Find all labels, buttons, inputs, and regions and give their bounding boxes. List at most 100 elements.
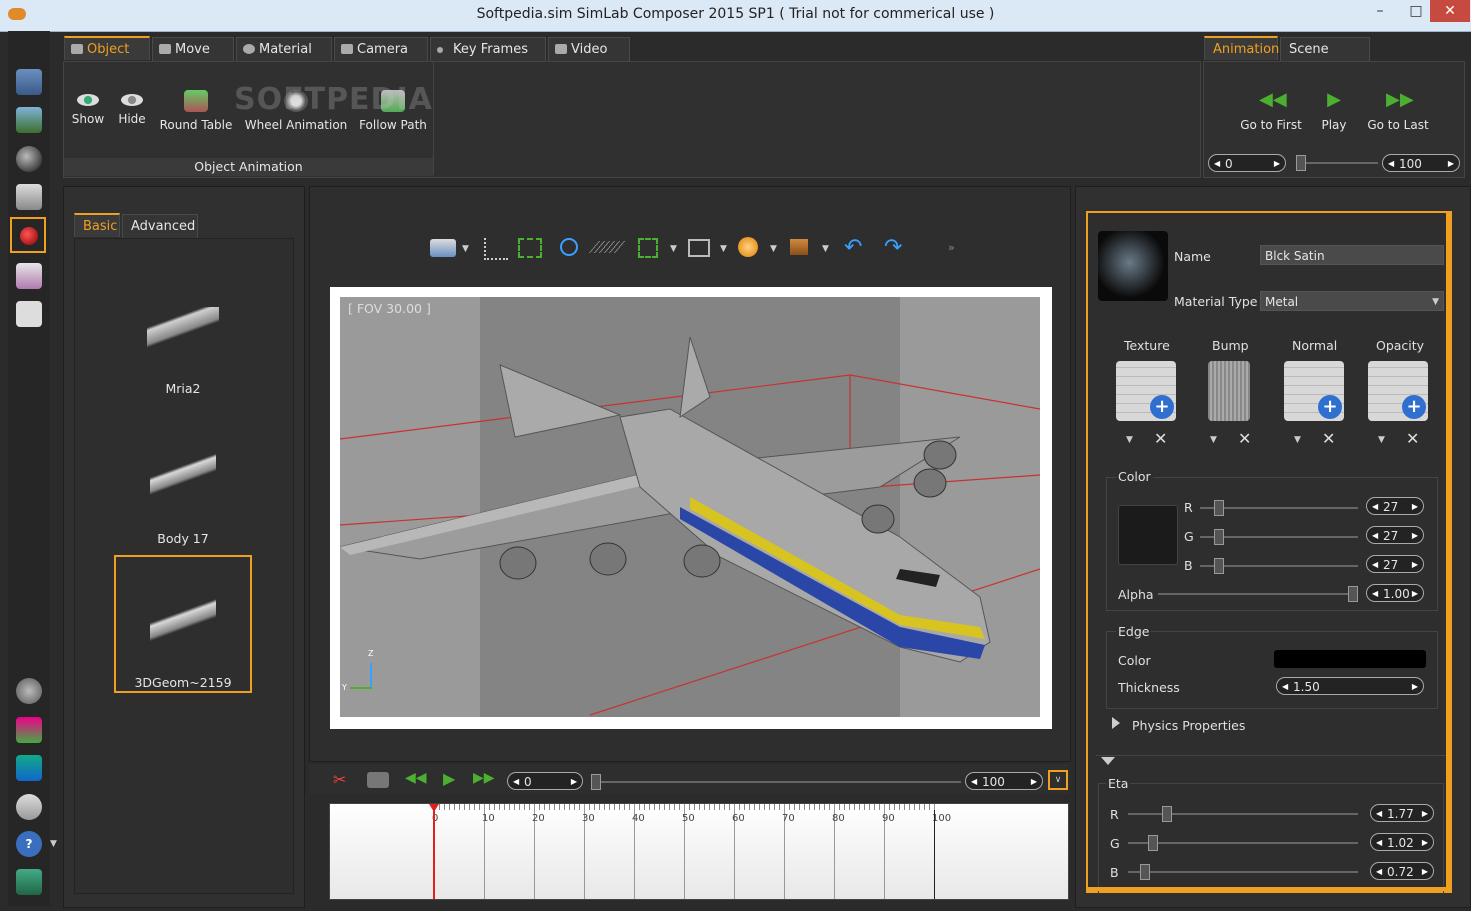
gears-icon[interactable] (16, 678, 42, 704)
b-spinbox[interactable]: ◀ 27 ▶ (1366, 555, 1424, 573)
material-type-select[interactable]: Metal ▼ (1260, 291, 1444, 311)
playhead[interactable] (433, 804, 435, 899)
minimize-button[interactable]: – (1362, 0, 1398, 22)
eta-b-spinbox[interactable]: ◀ 0.72 ▶ (1370, 862, 1434, 880)
bump-remove-icon[interactable]: ✕ (1238, 429, 1251, 448)
round-table-button[interactable]: Round Table (156, 90, 236, 132)
texture-remove-icon[interactable]: ✕ (1154, 429, 1167, 448)
box-dropdown-icon[interactable]: ▼ (822, 244, 829, 254)
slider-thumb[interactable] (1140, 864, 1150, 880)
record-keyframe-icon[interactable] (367, 772, 389, 788)
eta-g-spinbox[interactable]: ◀ 1.02 ▶ (1370, 833, 1434, 851)
library-item-selected[interactable]: 3DGeom~2159 (114, 555, 252, 693)
slider-thumb[interactable] (1296, 155, 1306, 171)
scene-icon[interactable] (16, 107, 42, 133)
fast-forward-icon[interactable]: ▶▶ (473, 770, 495, 786)
render-sphere-icon[interactable] (16, 146, 42, 172)
hide-button[interactable]: Hide (112, 92, 152, 126)
slider-thumb[interactable] (1214, 558, 1224, 574)
alpha-slider[interactable] (1158, 586, 1358, 602)
zoom-icon[interactable] (560, 238, 578, 256)
slider-thumb[interactable] (1162, 806, 1172, 822)
name-field[interactable]: Blck Satin (1260, 245, 1444, 265)
selection-box-icon[interactable] (638, 238, 658, 258)
light-dropdown-icon[interactable]: ▼ (770, 244, 777, 254)
normal-map-slot[interactable]: + (1284, 361, 1344, 421)
b-slider[interactable] (1200, 558, 1358, 574)
view-mode-icon[interactable] (430, 239, 456, 257)
library-item[interactable]: Body 17 (115, 445, 251, 546)
timeline-expand-button[interactable]: ∨ (1048, 770, 1068, 790)
collapse-icon[interactable] (1101, 757, 1115, 765)
library-icon[interactable] (16, 717, 42, 743)
fit-view-icon[interactable] (518, 238, 542, 258)
r-slider[interactable] (1200, 500, 1358, 516)
tab-key-frames[interactable]: Key Frames (430, 37, 546, 61)
r-spinbox[interactable]: ◀ 27 ▶ (1366, 497, 1424, 515)
maximize-button[interactable]: □ (1398, 0, 1434, 22)
tab-object[interactable]: Object (64, 36, 150, 60)
g-slider[interactable] (1200, 529, 1358, 545)
slider-thumb[interactable] (1214, 500, 1224, 516)
tab-advanced[interactable]: Advanced (122, 214, 198, 238)
tab-animation[interactable]: Animation (1204, 36, 1279, 60)
slider-thumb[interactable] (591, 774, 601, 790)
opacity-dropdown-icon[interactable]: ▼ (1378, 435, 1385, 445)
layers-icon[interactable] (688, 239, 710, 257)
redo-icon[interactable]: ↷ (884, 237, 902, 259)
go-to-last-button[interactable]: ▶▶ Go to Last (1364, 90, 1432, 133)
tab-material[interactable]: Material (236, 37, 332, 61)
eta-r-slider[interactable] (1128, 806, 1358, 822)
bump-dropdown-icon[interactable]: ▼ (1210, 435, 1217, 445)
g-spinbox[interactable]: ◀ 27 ▶ (1366, 526, 1424, 544)
record-button[interactable] (10, 217, 46, 253)
tab-move[interactable]: Move (152, 37, 234, 61)
transfer-icon[interactable] (16, 755, 42, 781)
tab-basic[interactable]: Basic (74, 213, 120, 237)
color-swatch[interactable] (1118, 505, 1178, 565)
animation-end-spinbox[interactable]: ◀ 100 ▶ (1382, 154, 1460, 172)
timeline-slider[interactable] (591, 774, 961, 790)
opacity-map-slot[interactable]: + (1368, 361, 1428, 421)
rewind-icon[interactable]: ◀◀ (405, 770, 427, 786)
box-icon[interactable] (790, 239, 808, 255)
slider-thumb[interactable] (1214, 529, 1224, 545)
eta-g-slider[interactable] (1128, 835, 1358, 851)
texture-dropdown-icon[interactable]: ▼ (1126, 435, 1133, 445)
timeline-end-spinbox[interactable]: ◀ 100 ▶ (965, 772, 1043, 790)
tab-camera[interactable]: Camera (334, 37, 428, 61)
tab-video[interactable]: Video (548, 37, 630, 61)
animation-slider[interactable] (1296, 155, 1378, 171)
opacity-remove-icon[interactable]: ✕ (1406, 429, 1419, 448)
selection-dropdown-icon[interactable]: ▼ (670, 244, 677, 254)
eta-r-spinbox[interactable]: ◀ 1.77 ▶ (1370, 804, 1434, 822)
viewport-canvas[interactable]: [ FOV 30.00 ] Z Y (340, 297, 1040, 717)
light-icon[interactable] (738, 237, 758, 257)
view-mode-dropdown-icon[interactable]: ▼ (462, 244, 469, 254)
show-button[interactable]: Show (68, 92, 108, 126)
timeline-start-spinbox[interactable]: ◀ 0 ▶ (507, 772, 583, 790)
play-icon[interactable]: ▶ (443, 769, 455, 788)
bump-map-slot[interactable] (1208, 361, 1250, 421)
edge-thickness-spinbox[interactable]: ◀ 1.50 ▶ (1276, 677, 1424, 695)
go-to-first-button[interactable]: ◀◀ Go to First (1236, 90, 1306, 133)
undo-icon[interactable]: ↶ (844, 237, 862, 259)
house-icon[interactable] (16, 69, 42, 95)
help-icon[interactable]: ? (16, 831, 42, 857)
alpha-spinbox[interactable]: ◀ 1.00 ▶ (1366, 584, 1424, 602)
tab-scene-states[interactable]: Scene States (1280, 37, 1370, 81)
pivot-icon[interactable] (484, 238, 508, 260)
grid-icon[interactable] (588, 241, 628, 253)
slider-thumb[interactable] (1348, 586, 1358, 602)
panel-scrollbar[interactable] (1446, 211, 1452, 893)
normal-dropdown-icon[interactable]: ▼ (1294, 435, 1301, 445)
close-button[interactable]: ✕ (1430, 0, 1470, 22)
bottom-scrollbar[interactable] (1088, 887, 1450, 891)
library-item[interactable]: Mria2 (115, 299, 251, 399)
eta-b-slider[interactable] (1128, 864, 1358, 880)
book-icon[interactable] (16, 184, 42, 210)
keyframe-delete-icon[interactable]: ✂ (333, 770, 355, 790)
exit-icon[interactable] (16, 869, 42, 895)
play-button[interactable]: ▶ Play (1316, 90, 1352, 133)
layers-dropdown-icon[interactable]: ▼ (720, 244, 727, 254)
